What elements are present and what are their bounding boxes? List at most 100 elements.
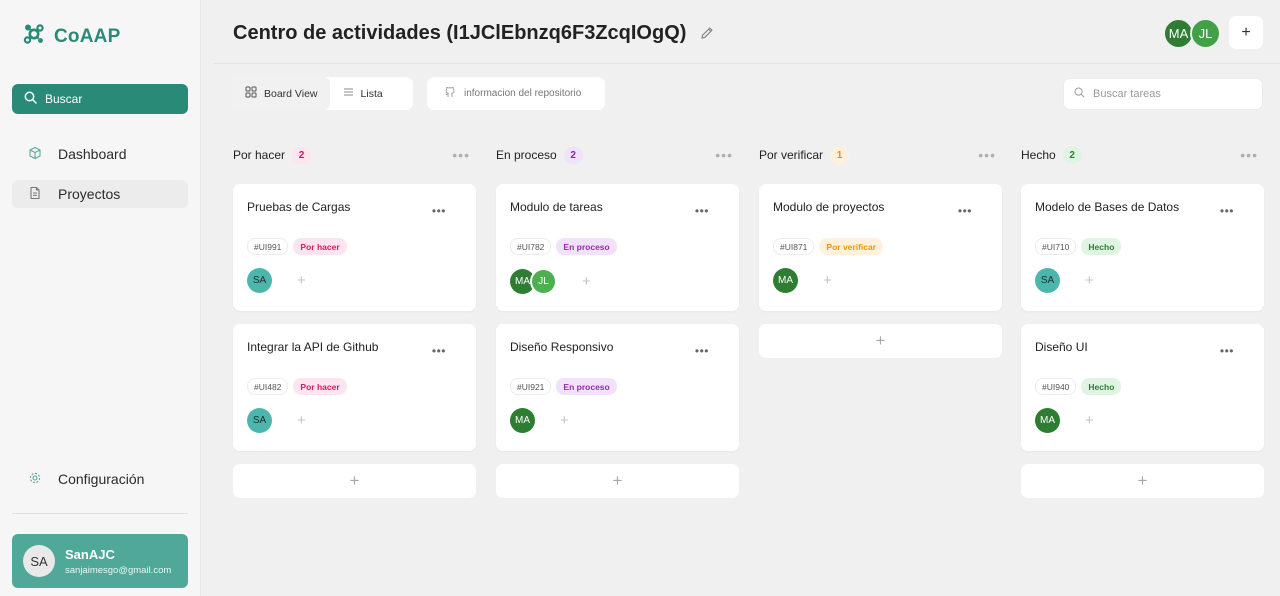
tab-lista[interactable]: Lista xyxy=(330,77,395,110)
add-assignee-icon[interactable]: + xyxy=(823,272,832,289)
column-header-hecho: Hecho 2 ••• xyxy=(1021,145,1263,165)
more-icon[interactable]: ••• xyxy=(432,204,446,218)
add-card-button[interactable]: + xyxy=(759,324,1002,358)
task-assignees: SA + xyxy=(247,408,306,433)
column-count-badge: 2 xyxy=(1062,146,1082,164)
more-icon[interactable]: ••• xyxy=(1220,204,1234,218)
add-card-button[interactable]: + xyxy=(496,464,739,498)
add-assignee-icon[interactable]: + xyxy=(582,273,591,290)
task-card[interactable]: Modulo de proyectos ••• #UI871 Por verif… xyxy=(759,184,1002,311)
task-card[interactable]: Modulo de tareas ••• #UI782 En proceso M… xyxy=(496,184,739,311)
status-badge: Hecho xyxy=(1081,378,1122,395)
more-icon[interactable]: ••• xyxy=(978,147,996,163)
avatar[interactable]: JL xyxy=(530,268,557,295)
add-member-button[interactable]: + xyxy=(1229,16,1263,49)
user-email: sanjaimesgo@gmail.com xyxy=(65,564,172,576)
add-card-button[interactable]: + xyxy=(233,464,476,498)
task-search-box xyxy=(1063,78,1263,110)
task-tags: #UI710 Hecho xyxy=(1035,238,1122,255)
task-tags: #UI782 En proceso xyxy=(510,238,617,255)
task-id-tag: #UI482 xyxy=(247,378,289,395)
add-assignee-icon[interactable]: + xyxy=(1085,412,1094,429)
add-assignee-icon[interactable]: + xyxy=(297,272,306,289)
status-badge: Por verificar xyxy=(819,238,884,255)
task-card[interactable]: Diseño UI ••• #UI940 Hecho MA + xyxy=(1021,324,1264,451)
cube-icon xyxy=(28,146,42,163)
avatar[interactable]: SA xyxy=(247,268,272,293)
more-icon[interactable]: ••• xyxy=(695,204,709,218)
task-card[interactable]: Pruebas de Cargas ••• #UI991 Por hacer S… xyxy=(233,184,476,311)
task-id-tag: #UI710 xyxy=(1035,238,1077,255)
task-title: Modulo de tareas xyxy=(510,200,603,214)
add-assignee-icon[interactable]: + xyxy=(1085,272,1094,289)
grid-icon xyxy=(245,86,257,101)
document-icon xyxy=(28,186,42,203)
task-card[interactable]: Diseño Responsivo ••• #UI921 En proceso … xyxy=(496,324,739,451)
more-icon[interactable]: ••• xyxy=(695,344,709,358)
avatar[interactable]: SA xyxy=(1035,268,1060,293)
task-id-tag: #UI921 xyxy=(510,378,552,395)
task-assignees: MA JL + xyxy=(510,268,591,295)
more-icon[interactable]: ••• xyxy=(1220,344,1234,358)
task-tags: #UI940 Hecho xyxy=(1035,378,1122,395)
more-icon[interactable]: ••• xyxy=(452,147,470,163)
more-icon[interactable]: ••• xyxy=(432,344,446,358)
repository-info-button[interactable]: informacion del repositorio xyxy=(427,77,605,110)
sidebar-item-label: Proyectos xyxy=(58,186,121,202)
column-header-en-proceso: En proceso 2 ••• xyxy=(496,145,738,165)
pencil-icon[interactable] xyxy=(699,25,715,46)
task-title: Modulo de proyectos xyxy=(773,200,885,214)
search-icon xyxy=(1074,85,1085,103)
task-card[interactable]: Integrar la API de Github ••• #UI482 Por… xyxy=(233,324,476,451)
sidebar-item-label: Configuración xyxy=(58,471,145,487)
task-assignees: MA + xyxy=(1035,408,1094,433)
avatar[interactable]: MA xyxy=(1035,408,1060,433)
search-icon xyxy=(24,91,37,107)
task-tags: #UI991 Por hacer xyxy=(247,238,347,255)
tab-label: Board View xyxy=(264,87,318,100)
status-badge: En proceso xyxy=(556,238,617,255)
task-tags: #UI921 En proceso xyxy=(510,378,617,395)
user-profile-card[interactable]: SA SanAJC sanjaimesgo@gmail.com xyxy=(12,534,188,588)
avatar[interactable]: SA xyxy=(247,408,272,433)
github-icon xyxy=(444,86,456,101)
column-count-badge: 2 xyxy=(292,146,312,164)
task-id-tag: #UI871 xyxy=(773,238,815,255)
list-icon xyxy=(342,86,354,101)
add-assignee-icon[interactable]: + xyxy=(560,412,569,429)
column-header-por-verificar: Por verificar 1 ••• xyxy=(759,145,1001,165)
add-assignee-icon[interactable]: + xyxy=(297,412,306,429)
task-title: Diseño Responsivo xyxy=(510,340,614,354)
user-name: SanAJC xyxy=(65,546,115,562)
task-search-input[interactable] xyxy=(1093,88,1253,100)
task-title: Pruebas de Cargas xyxy=(247,200,351,214)
more-icon[interactable]: ••• xyxy=(958,204,972,218)
sidebar-item-dashboard[interactable]: Dashboard xyxy=(12,140,188,168)
task-tags: #UI482 Por hacer xyxy=(247,378,347,395)
avatar[interactable]: MA xyxy=(773,268,798,293)
column-count-badge: 1 xyxy=(830,146,850,164)
sidebar-item-proyectos[interactable]: Proyectos xyxy=(12,180,188,208)
more-icon[interactable]: ••• xyxy=(715,147,733,163)
more-icon[interactable]: ••• xyxy=(1240,147,1258,163)
avatar[interactable]: MA xyxy=(510,408,535,433)
column-title: Por hacer xyxy=(233,148,286,162)
tab-board-view[interactable]: Board View xyxy=(233,77,330,110)
task-assignees: MA + xyxy=(773,268,832,293)
column-title: Por verificar xyxy=(759,148,824,162)
task-id-tag: #UI940 xyxy=(1035,378,1077,395)
column-title: Hecho xyxy=(1021,148,1056,162)
task-tags: #UI871 Por verificar xyxy=(773,238,884,255)
sidebar-search-button[interactable]: Buscar xyxy=(12,84,188,114)
task-title: Diseño UI xyxy=(1035,340,1088,354)
sidebar-item-configuracion[interactable]: Configuración xyxy=(12,465,188,493)
status-badge: Hecho xyxy=(1081,238,1122,255)
add-card-button[interactable]: + xyxy=(1021,464,1264,498)
task-title: Integrar la API de Github xyxy=(247,340,379,354)
app-logo[interactable]: CoAAP xyxy=(22,22,120,51)
member-avatar[interactable]: JL xyxy=(1190,18,1221,49)
task-card[interactable]: Modelo de Bases de Datos ••• #UI710 Hech… xyxy=(1021,184,1264,311)
sidebar-search-label: Buscar xyxy=(45,92,83,106)
task-title: Modelo de Bases de Datos xyxy=(1035,200,1180,214)
task-assignees: MA + xyxy=(510,408,569,433)
